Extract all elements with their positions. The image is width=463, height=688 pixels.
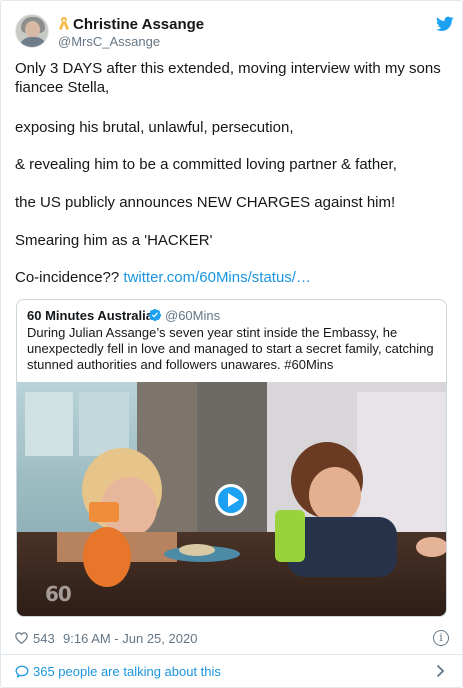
quoted-author-handle[interactable]: @60Mins xyxy=(165,308,220,323)
tweet-paragraph: exposing his brutal, unlawful, persecuti… xyxy=(15,119,294,136)
tweet-header: Christine Assange @MrsC_Assange xyxy=(15,14,455,50)
tweet-last-line: Co-incidence?? twitter.com/60Mins/status… xyxy=(15,268,451,287)
divider xyxy=(1,654,462,655)
tweet-paragraph: & revealing him to be a committed loving… xyxy=(15,156,397,173)
chevron-right-icon[interactable] xyxy=(436,664,445,678)
verified-icon xyxy=(148,308,162,322)
tweet-paragraph: Co-incidence?? xyxy=(15,269,124,286)
author-handle[interactable]: @MrsC_Assange xyxy=(58,34,160,49)
talking-count-label[interactable]: 365 people are talking about this xyxy=(33,664,221,679)
heart-icon[interactable] xyxy=(15,632,28,644)
avatar[interactable] xyxy=(15,14,49,48)
quoted-tweet-text: During Julian Assange’s seven year stint… xyxy=(27,325,434,372)
conversation-link[interactable]: 365 people are talking about this xyxy=(15,663,451,681)
tweet-paragraph: the US publicly announces NEW CHARGES ag… xyxy=(15,194,396,211)
tweet-paragraph: Smearing him as a 'HACKER' xyxy=(15,232,213,249)
twitter-bird-icon[interactable] xyxy=(436,16,454,32)
quoted-author-name[interactable]: 60 Minutes Australia xyxy=(27,308,153,323)
quoted-tweet[interactable]: 60 Minutes Australia @60Mins During Juli… xyxy=(16,299,447,617)
like-count[interactable]: 543 xyxy=(33,631,55,646)
ribbon-icon xyxy=(59,17,69,30)
tweet-timestamp[interactable]: 9:16 AM - Jun 25, 2020 xyxy=(63,631,197,646)
info-icon[interactable]: i xyxy=(433,630,449,646)
author-name[interactable]: Christine Assange xyxy=(73,16,204,33)
video-watermark: 60 xyxy=(45,582,72,606)
play-icon[interactable] xyxy=(215,484,247,516)
video-thumbnail[interactable]: 60 xyxy=(17,382,446,616)
embedded-tweet-card: Christine Assange @MrsC_Assange Only 3 D… xyxy=(0,0,463,688)
tweet-paragraph: Only 3 DAYS after this extended, moving … xyxy=(15,60,441,96)
tweet-link[interactable]: twitter.com/60Mins/status/… xyxy=(123,269,311,286)
speech-bubble-icon xyxy=(15,665,29,678)
tweet-meta: 543 9:16 AM - Jun 25, 2020 i xyxy=(15,630,451,648)
